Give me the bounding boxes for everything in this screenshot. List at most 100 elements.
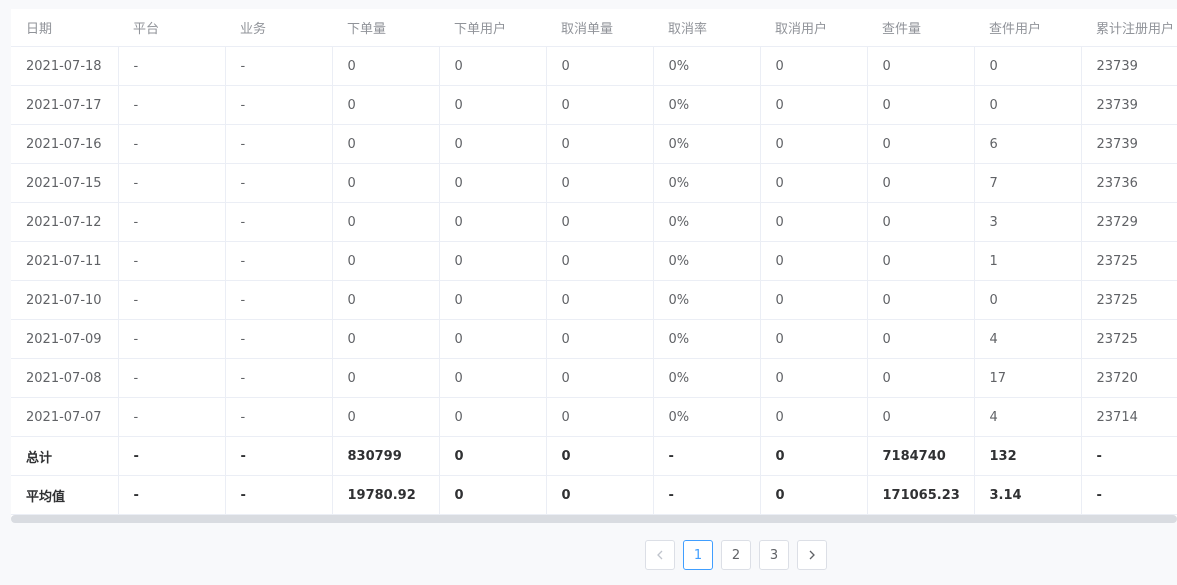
page-button-3[interactable]: 3 [759,540,789,570]
table-cell: - [118,46,226,86]
pagination: 1 2 3 [645,540,827,570]
table-row: 2021-07-07- -0 0 0 0% 0 0 4 23714 [11,397,1177,437]
next-page-button[interactable] [797,540,827,570]
table-cell: 0 [974,46,1082,86]
table-cell: 2021-07-08 [11,358,119,398]
table-cell: 0% [653,358,761,398]
page-button-2[interactable]: 2 [721,540,751,570]
table-cell: 0 [867,319,975,359]
table-cell: 1 [974,241,1082,281]
table-cell: 0 [867,280,975,320]
table-cell: 0 [332,280,440,320]
total-row: 总计 - -830799 0 0-0 7184740 132- [11,436,1177,476]
table-cell: 0 [439,280,547,320]
table-cell: 23725 [1081,319,1177,359]
table-cell: 17 [974,358,1082,398]
table-cell: - [225,202,333,242]
page-button-1[interactable]: 1 [683,540,713,570]
table-cell: 0 [546,280,654,320]
table-cell: 0 [439,202,547,242]
table-cell: - [118,163,226,203]
summary-cell: 0 [439,436,547,476]
table-cell: 0 [332,319,440,359]
table-cell: - [118,85,226,125]
table-cell: 2021-07-16 [11,124,119,164]
table-cell: - [118,358,226,398]
table-cell: 2021-07-11 [11,241,119,281]
table-cell: 0 [439,46,547,86]
summary-cell: 总计 [11,436,119,476]
table-cell: 0 [760,319,868,359]
table-cell: 0 [332,241,440,281]
table-cell: 6 [974,124,1082,164]
table-cell: 0 [760,358,868,398]
table-row: 2021-07-11- -0 0 0 0% 0 0 1 23725 [11,241,1177,281]
table-cell: 0 [439,124,547,164]
chevron-right-icon [809,550,815,560]
summary-cell: - [1081,475,1177,515]
table-cell: 3 [974,202,1082,242]
table-cell: 0% [653,241,761,281]
table-cell: 23714 [1081,397,1177,437]
average-row: 平均值 - -19780.92 0 0-0 171065.23 3.14- [11,475,1177,515]
summary-cell: 0 [760,475,868,515]
table-cell: 0 [760,124,868,164]
table-cell: 0 [867,124,975,164]
table-cell: - [225,241,333,281]
table-row: 2021-07-15- -0 0 0 0% 0 0 7 23736 [11,163,1177,203]
summary-cell: - [118,475,226,515]
table-cell: 23725 [1081,280,1177,320]
horizontal-scrollbar[interactable] [11,515,1177,523]
table-cell: 0 [546,202,654,242]
table-cell: 0 [867,241,975,281]
summary-cell: 0 [760,436,868,476]
table-header: 日期 平台 业务 下单量 下单用户 取消单量 取消率 取消用户 查件量 查件用户 累计注册用户 [11,9,1177,47]
data-table: 日期 平台 业务 下单量 下单用户 取消单量 取消率 取消用户 查件量 查件用户 累计注册用户 20… [11,9,1177,515]
table-cell: 0% [653,85,761,125]
table-row: 2021-07-09- -0 0 0 0% 0 0 4 23725 [11,319,1177,359]
summary-cell: 0 [546,475,654,515]
table-cell: - [118,280,226,320]
table-cell: 23736 [1081,163,1177,203]
table-cell: 0 [332,202,440,242]
table-cell: 0 [439,163,547,203]
table-cell: 0 [546,46,654,86]
table-cell: 0 [867,46,975,86]
column-header: 下单用户 [439,9,546,47]
table-cell: 0 [974,85,1082,125]
header-row: 日期 平台 业务 下单量 下单用户 取消单量 取消率 取消用户 查件量 查件用户 累计注册用户 [11,9,1177,47]
table-cell: 0 [760,202,868,242]
table-cell: - [225,163,333,203]
table-cell: 7 [974,163,1082,203]
summary-cell: - [1081,436,1177,476]
table-cell: 2021-07-12 [11,202,119,242]
column-header: 日期 [11,9,118,47]
table-cell: - [225,358,333,398]
summary-cell: 19780.92 [332,475,440,515]
table-cell: 0 [332,358,440,398]
table-cell: - [118,319,226,359]
table-cell: 0 [546,163,654,203]
summary-cell: 0 [439,475,547,515]
table-cell: 0 [867,397,975,437]
summary-cell: 132 [974,436,1082,476]
table-cell: 2021-07-15 [11,163,119,203]
table-cell: 0 [546,241,654,281]
summary-cell: - [653,436,761,476]
table-cell: - [225,319,333,359]
column-header: 取消率 [653,9,760,47]
table-cell: - [118,202,226,242]
table-cell: 0% [653,202,761,242]
table-cell: 0 [760,280,868,320]
table-cell: 0 [974,280,1082,320]
table-cell: - [225,124,333,164]
column-header: 取消用户 [760,9,867,47]
table-cell: 4 [974,397,1082,437]
table-cell: 0 [332,397,440,437]
table-cell: 0 [546,319,654,359]
table-cell: 0 [546,124,654,164]
table-cell: 0 [439,397,547,437]
prev-page-button[interactable] [645,540,675,570]
table-cell: 23739 [1081,124,1177,164]
table-cell: 0% [653,163,761,203]
